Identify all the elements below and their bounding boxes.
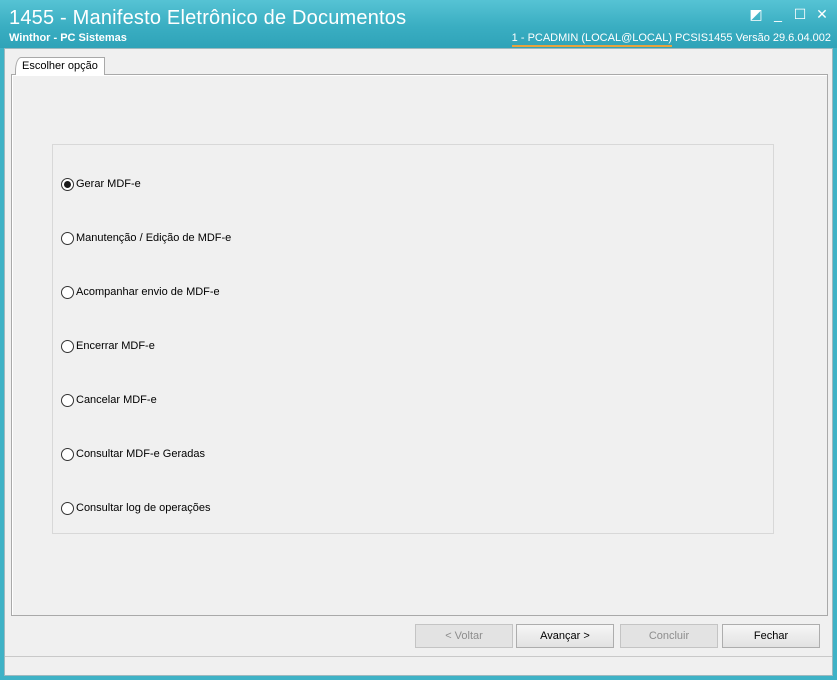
option-label: Cancelar MDF-e bbox=[76, 394, 157, 406]
button-bar: < Voltar Avançar > Concluir Fechar bbox=[5, 620, 832, 656]
radio-button-selected[interactable] bbox=[61, 177, 74, 191]
next-button[interactable]: Avançar > bbox=[516, 624, 614, 648]
option-label: Consultar log de operações bbox=[76, 502, 211, 514]
option-label: Gerar MDF-e bbox=[76, 178, 141, 190]
option-consultar-geradas[interactable]: Consultar MDF-e Geradas bbox=[61, 446, 205, 462]
option-label: Encerrar MDF-e bbox=[76, 340, 155, 352]
user-info: 1 - PCADMIN (LOCAL@LOCAL) bbox=[511, 32, 672, 47]
option-acompanhar-envio[interactable]: Acompanhar envio de MDF-e bbox=[61, 284, 220, 300]
radio-button[interactable] bbox=[61, 231, 74, 245]
main-window: Escolher opção Gerar MDF-e Manutenção / … bbox=[4, 48, 833, 676]
close-icon[interactable]: ✕ bbox=[813, 5, 831, 23]
title-bar: 1455 - Manifesto Eletrônico de Documento… bbox=[0, 0, 837, 48]
option-encerrar-mdfe[interactable]: Encerrar MDF-e bbox=[61, 338, 155, 354]
option-consultar-log[interactable]: Consultar log de operações bbox=[61, 500, 211, 516]
session-info: 1 - PCADMIN (LOCAL@LOCAL) PCSIS1455 Vers… bbox=[511, 32, 831, 47]
window-controls: ◩ _ ☐ ✕ bbox=[747, 5, 831, 23]
radio-button[interactable] bbox=[61, 285, 74, 299]
window-title: 1455 - Manifesto Eletrônico de Documento… bbox=[9, 7, 407, 29]
radio-button[interactable] bbox=[61, 339, 74, 353]
close-button[interactable]: Fechar bbox=[722, 624, 820, 648]
minimize-icon[interactable]: _ bbox=[769, 5, 787, 23]
maximize-icon[interactable]: ☐ bbox=[791, 5, 809, 23]
radio-button[interactable] bbox=[61, 447, 74, 461]
finish-button[interactable]: Concluir bbox=[620, 624, 718, 648]
back-button[interactable]: < Voltar bbox=[415, 624, 513, 648]
tab-panel: Gerar MDF-e Manutenção / Edição de MDF-e… bbox=[11, 74, 828, 616]
tab-escolher-opcao[interactable]: Escolher opção bbox=[15, 57, 105, 75]
window-subtitle: Winthor - PC Sistemas bbox=[9, 32, 127, 44]
option-label: Acompanhar envio de MDF-e bbox=[76, 286, 220, 298]
options-group: Gerar MDF-e Manutenção / Edição de MDF-e… bbox=[52, 144, 774, 534]
option-gerar-mdfe[interactable]: Gerar MDF-e bbox=[61, 176, 141, 192]
status-bar bbox=[5, 656, 832, 675]
option-cancelar-mdfe[interactable]: Cancelar MDF-e bbox=[61, 392, 157, 408]
radio-button[interactable] bbox=[61, 501, 74, 515]
restore-icon[interactable]: ◩ bbox=[747, 5, 765, 23]
radio-button[interactable] bbox=[61, 393, 74, 407]
option-label: Consultar MDF-e Geradas bbox=[76, 448, 205, 460]
program-info: PCSIS1455 Versão 29.6.04.002 bbox=[675, 32, 831, 44]
option-manutencao-mdfe[interactable]: Manutenção / Edição de MDF-e bbox=[61, 230, 231, 246]
option-label: Manutenção / Edição de MDF-e bbox=[76, 232, 232, 244]
